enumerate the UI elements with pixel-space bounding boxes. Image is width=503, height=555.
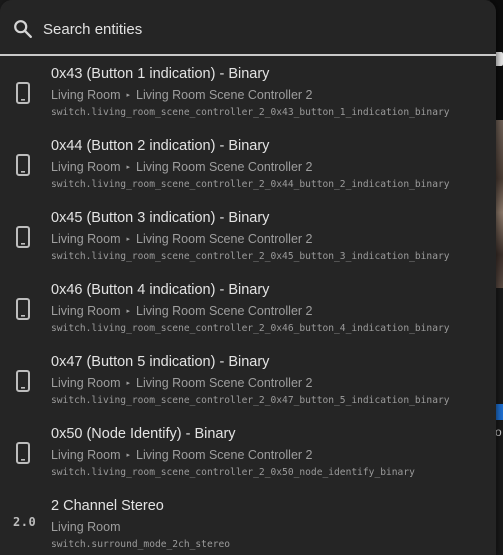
list-item[interactable]: 0x46 (Button 4 indication) - Binary Livi… [0, 274, 496, 346]
item-device: Living Room Scene Controller 2 [136, 448, 313, 462]
cellphone-icon [16, 82, 30, 104]
item-context: Living Room ▸ Living Room Scene Controller… [51, 376, 312, 390]
item-area: Living Room [51, 448, 121, 462]
entity-list: 0x43 (Button 1 indication) - Binary Livi… [0, 58, 496, 555]
surround-2-0-icon: 2.0 [13, 515, 37, 529]
background-partial-text: o [495, 425, 502, 439]
list-item[interactable]: 0x44 (Button 2 indication) - Binary Livi… [0, 130, 496, 202]
item-title: 0x46 (Button 4 indication) - Binary [51, 282, 270, 298]
item-device: Living Room Scene Controller 2 [136, 376, 313, 390]
list-item[interactable]: 0x45 (Button 3 indication) - Binary Livi… [0, 202, 496, 274]
entity-search-dialog: 0x43 (Button 1 indication) - Binary Livi… [0, 0, 496, 555]
item-device: Living Room Scene Controller 2 [136, 304, 313, 318]
item-entity-id: switch.living_room_scene_controller_2_0x… [51, 179, 450, 190]
separator-icon: ▸ [126, 164, 130, 171]
list-item[interactable]: 0x50 (Node Identify) - Binary Living Roo… [0, 418, 496, 490]
item-title: 0x43 (Button 1 indication) - Binary [51, 66, 270, 82]
item-context: Living Room ▸ Living Room Scene Controller… [51, 304, 312, 318]
item-title: 0x47 (Button 5 indication) - Binary [51, 354, 270, 370]
item-title: 0x50 (Node Identify) - Binary [51, 426, 236, 442]
item-context: Living Room ▸ Living Room Scene Controller… [51, 232, 312, 246]
list-item[interactable]: 0x43 (Button 1 indication) - Binary Livi… [0, 58, 496, 130]
item-entity-id: switch.living_room_scene_controller_2_0x… [51, 107, 450, 118]
list-item[interactable]: 2.0 2 Channel Stereo Living Room switch.… [0, 490, 496, 555]
item-area: Living Room [51, 88, 121, 102]
search-input[interactable] [43, 18, 463, 40]
item-title: 0x44 (Button 2 indication) - Binary [51, 138, 270, 154]
item-device: Living Room Scene Controller 2 [136, 88, 313, 102]
separator-icon: ▸ [126, 308, 130, 315]
item-context: Living Room ▸ Living Room Scene Controller… [51, 88, 312, 102]
item-entity-id: switch.living_room_scene_controller_2_0x… [51, 467, 415, 478]
item-title: 2 Channel Stereo [51, 498, 164, 514]
list-item[interactable]: 0x47 (Button 5 indication) - Binary Livi… [0, 346, 496, 418]
separator-icon: ▸ [126, 236, 130, 243]
cellphone-icon [16, 154, 30, 176]
item-context: Living Room ▸ Living Room Scene Controller… [51, 448, 312, 462]
separator-icon: ▸ [126, 452, 130, 459]
cellphone-icon [16, 226, 30, 248]
item-context: Living Room ▸ Living Room Scene Controller… [51, 160, 312, 174]
item-entity-id: switch.living_room_scene_controller_2_0x… [51, 395, 450, 406]
separator-icon: ▸ [126, 380, 130, 387]
item-area: Living Room [51, 232, 121, 246]
item-area: Living Room [51, 520, 121, 534]
item-area: Living Room [51, 304, 121, 318]
item-context: Living Room [51, 520, 120, 534]
item-entity-id: switch.surround_mode_2ch_stereo [51, 539, 231, 550]
item-entity-id: switch.living_room_scene_controller_2_0x… [51, 251, 450, 262]
item-area: Living Room [51, 160, 121, 174]
cellphone-icon [16, 370, 30, 392]
item-entity-id: switch.living_room_scene_controller_2_0x… [51, 323, 450, 334]
cellphone-icon [16, 298, 30, 320]
search-icon [14, 20, 32, 38]
item-device: Living Room Scene Controller 2 [136, 232, 313, 246]
cellphone-icon [16, 442, 30, 464]
separator-icon: ▸ [126, 92, 130, 99]
search-bar [0, 0, 496, 56]
item-title: 0x45 (Button 3 indication) - Binary [51, 210, 270, 226]
item-area: Living Room [51, 376, 121, 390]
item-device: Living Room Scene Controller 2 [136, 160, 313, 174]
